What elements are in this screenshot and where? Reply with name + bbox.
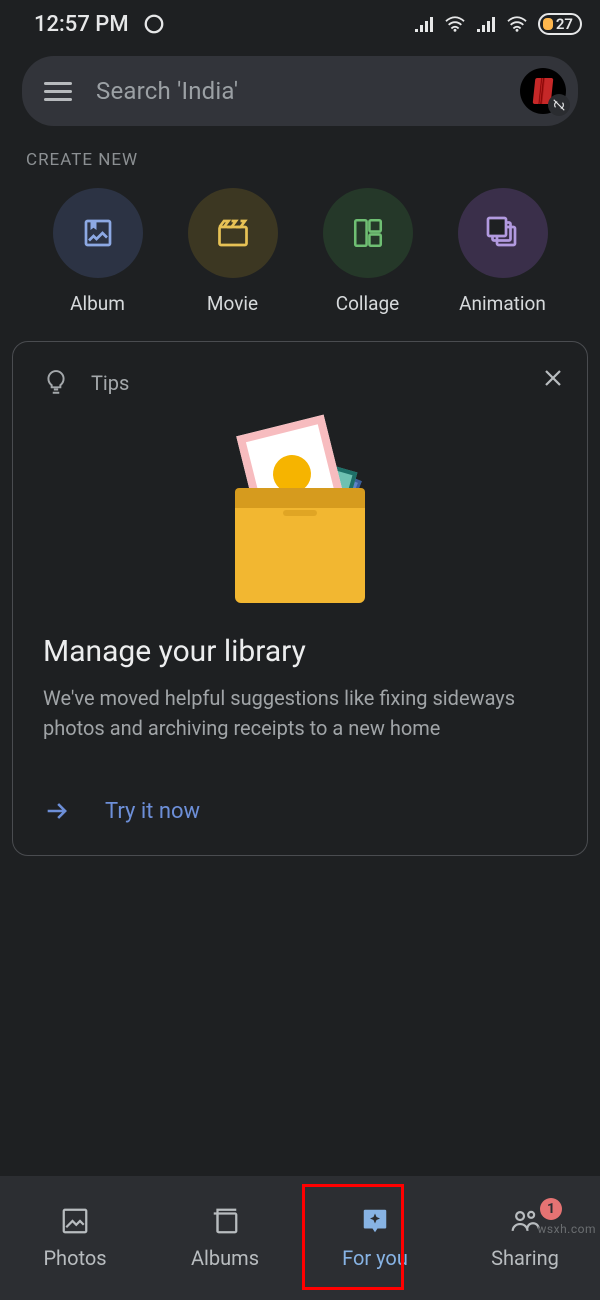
search-placeholder: Search 'India' bbox=[96, 77, 520, 105]
wifi-icon bbox=[506, 15, 528, 33]
status-left: 12:57 PM bbox=[34, 12, 165, 37]
nav-sharing[interactable]: Sharing 1 bbox=[450, 1176, 600, 1300]
sync-off-badge-icon bbox=[548, 94, 570, 116]
collage-icon bbox=[323, 188, 413, 278]
hamburger-menu-icon[interactable] bbox=[44, 82, 72, 101]
create-album-button[interactable]: Album bbox=[48, 188, 148, 315]
bottom-nav: Photos Albums For you Sharing 1 bbox=[0, 1176, 600, 1300]
battery-indicator: 27 bbox=[538, 13, 582, 35]
watermark-text: wsxh.com bbox=[537, 1222, 596, 1236]
nav-photos[interactable]: Photos bbox=[0, 1176, 150, 1300]
tips-heading-text: Tips bbox=[91, 371, 129, 395]
create-new-row: Album Movie Collage Animation bbox=[0, 188, 600, 315]
nav-label: Sharing bbox=[491, 1246, 559, 1270]
tips-body: We've moved helpful suggestions like fix… bbox=[43, 683, 557, 743]
create-new-heading: CREATE NEW bbox=[26, 150, 600, 170]
create-label: Animation bbox=[459, 292, 546, 315]
tips-card: Tips Manage your library We've moved hel… bbox=[12, 341, 588, 856]
battery-percent: 27 bbox=[556, 15, 573, 33]
sharing-badge: 1 bbox=[540, 1198, 562, 1220]
try-it-now-button[interactable]: Try it now bbox=[43, 797, 557, 825]
clock-text: 12:57 PM bbox=[34, 12, 129, 37]
album-icon bbox=[53, 188, 143, 278]
arrow-right-icon bbox=[43, 797, 71, 825]
create-label: Album bbox=[70, 292, 125, 315]
nav-for-you[interactable]: For you bbox=[300, 1176, 450, 1300]
wifi-signal-icon bbox=[444, 15, 466, 33]
close-icon bbox=[541, 366, 565, 390]
nav-label: Albums bbox=[191, 1246, 259, 1270]
account-avatar[interactable] bbox=[520, 68, 566, 114]
create-collage-button[interactable]: Collage bbox=[318, 188, 418, 315]
create-label: Collage bbox=[336, 292, 400, 315]
tips-title: Manage your library bbox=[43, 634, 557, 669]
albums-icon bbox=[210, 1206, 240, 1236]
status-bar: 12:57 PM 27 bbox=[0, 0, 600, 48]
circle-indicator-icon bbox=[143, 13, 165, 35]
cellular-signal-icon-2 bbox=[476, 16, 496, 32]
nav-label: Photos bbox=[43, 1246, 106, 1270]
lightbulb-icon bbox=[43, 370, 69, 396]
nav-label: For you bbox=[342, 1246, 408, 1270]
create-movie-button[interactable]: Movie bbox=[183, 188, 283, 315]
cellular-signal-icon bbox=[414, 16, 434, 32]
close-button[interactable] bbox=[541, 366, 565, 394]
photos-icon bbox=[60, 1206, 90, 1236]
create-animation-button[interactable]: Animation bbox=[453, 188, 553, 315]
nav-albums[interactable]: Albums bbox=[150, 1176, 300, 1300]
tips-header: Tips bbox=[43, 370, 557, 396]
status-right: 27 bbox=[414, 13, 582, 35]
tips-illustration bbox=[43, 420, 557, 600]
for-you-icon bbox=[360, 1206, 390, 1236]
sharing-icon bbox=[509, 1206, 541, 1236]
search-bar[interactable]: Search 'India' bbox=[22, 56, 578, 126]
create-label: Movie bbox=[207, 292, 258, 315]
try-it-now-label: Try it now bbox=[105, 799, 200, 824]
animation-icon bbox=[458, 188, 548, 278]
movie-icon bbox=[188, 188, 278, 278]
battery-fill-icon bbox=[543, 18, 553, 30]
